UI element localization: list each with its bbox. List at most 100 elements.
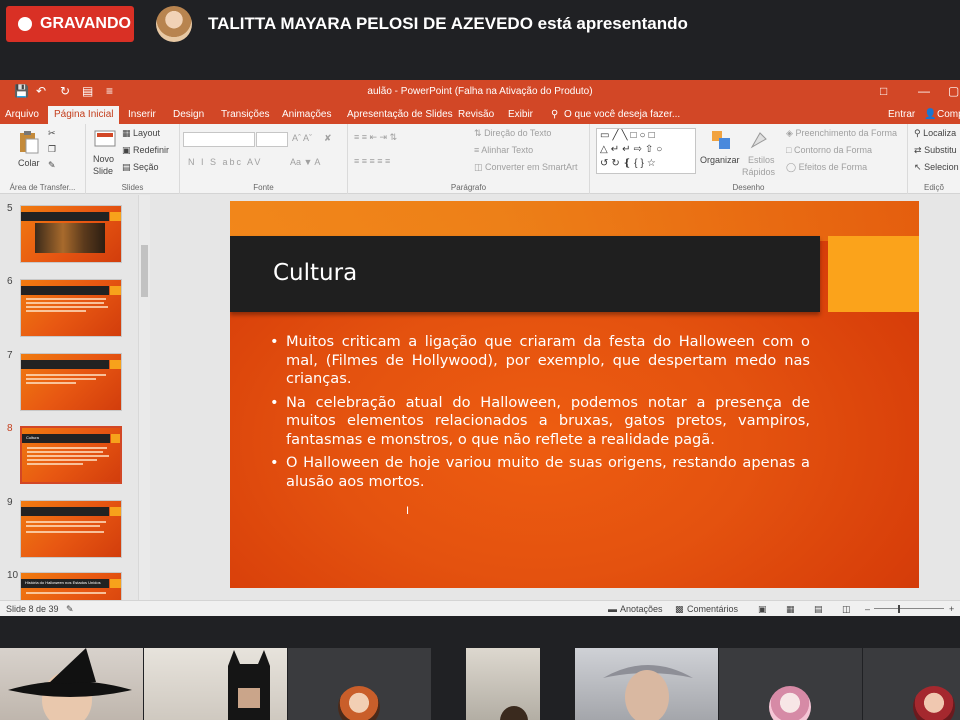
tab-design[interactable]: Design (173, 109, 204, 120)
font-size-input[interactable] (256, 132, 288, 147)
layout-button[interactable]: ▦ Layout (122, 128, 160, 139)
thumb-number: 5 (7, 203, 13, 214)
tab-transicoes[interactable]: Transições (221, 109, 270, 120)
shape-fill-icon: ◈ (786, 128, 793, 138)
minimize-icon[interactable]: — (918, 84, 930, 98)
grow-font-icon[interactable]: Aˆ Aˇ (292, 133, 312, 143)
shape-effects-icon: ◯ (786, 162, 797, 172)
clear-format-icon[interactable]: ✘ (324, 133, 332, 144)
shape-outline-icon: □ (786, 145, 792, 155)
format-painter-icon[interactable]: ✎ (48, 160, 56, 171)
participant-tile[interactable] (575, 648, 718, 720)
tab-animacoes[interactable]: Animações (282, 109, 331, 120)
copy-icon[interactable]: ❐ (48, 144, 56, 155)
tab-exibir[interactable]: Exibir (508, 109, 533, 120)
zoom-slider[interactable] (874, 608, 944, 609)
normal-view-icon[interactable]: ▣ (758, 604, 767, 615)
quick-styles-icon[interactable] (748, 129, 770, 151)
font-format-buttons[interactable]: N I S abc AV (188, 157, 262, 167)
participant-tile[interactable] (288, 648, 431, 720)
tab-arquivo[interactable]: Arquivo (5, 109, 39, 120)
participant-strip (0, 648, 960, 720)
align-icons[interactable]: ≡ ≡ ≡ ≡ ≡ (354, 156, 390, 166)
zoom-in-icon[interactable]: + (949, 604, 954, 614)
recording-label: GRAVANDO (40, 15, 131, 32)
shape-effects-button[interactable]: ◯ Efeitos de Forma (786, 162, 867, 173)
slide-thumbnail-9[interactable] (20, 500, 122, 558)
slide-thumbnail-8-selected[interactable]: Cultura (20, 426, 122, 484)
reading-view-icon[interactable]: ▤ (814, 604, 823, 615)
slide-sorter-icon[interactable]: ▦ (786, 604, 795, 615)
slide-thumbnail-6[interactable] (20, 279, 122, 337)
thumb-title-bar (21, 507, 109, 516)
font-case-icon[interactable]: Aa ▼ A (290, 157, 320, 167)
slide-thumbnails-panel: 5 6 7 8 Cultura 9 10 História do Hallowe… (0, 195, 150, 600)
share-button[interactable]: Comp (937, 109, 960, 120)
slide-thumbnail-7[interactable] (20, 353, 122, 411)
select-button[interactable]: ↖ Selecion (914, 162, 959, 173)
recording-indicator[interactable]: GRAVANDO (6, 6, 134, 42)
participant-tile[interactable] (719, 648, 862, 720)
batman-mask-icon (228, 650, 270, 720)
thumb-title: História do Halloween nos Estados Unidos (25, 580, 101, 585)
cut-icon[interactable]: ✂ (48, 128, 56, 139)
shape-outline-button[interactable]: □ Contorno da Forma (786, 145, 872, 155)
section-icon: ▤ (122, 162, 131, 172)
slide-title[interactable]: Cultura (273, 260, 357, 286)
slides-group: Novo Slide ▦ Layout ▣ Redefinir ▤ Seção … (86, 124, 180, 194)
spell-check-icon[interactable]: ✎ (66, 604, 74, 615)
bullets-icon[interactable]: ≡ ≡ ⇤ ⇥ ⇅ (354, 132, 397, 143)
slide-body[interactable]: Muitos criticam a ligação que criaram da… (270, 333, 810, 496)
align-text-button[interactable]: ≡ Alinhar Texto (474, 145, 533, 155)
thumb-text-line (27, 463, 83, 465)
maximize-icon[interactable]: ▢ (948, 84, 959, 98)
text-direction-button[interactable]: ⇅ Direção do Texto (474, 128, 551, 139)
participant-tile[interactable] (144, 648, 287, 720)
thumb-accent (110, 212, 121, 221)
layout-icon: ▦ (122, 128, 131, 138)
zoom-out-icon[interactable]: – (865, 604, 870, 614)
comments-button[interactable]: Comentários (687, 604, 738, 614)
smartart-button[interactable]: ◫ Converter em SmartArt (474, 162, 578, 173)
new-slide-icon[interactable] (94, 130, 116, 152)
tab-apresentacao[interactable]: Apresentação de Slides (347, 109, 453, 120)
text-direction-label: Direção do Texto (484, 128, 552, 138)
slide-count: Slide 8 de 39 (6, 604, 59, 614)
paste-icon[interactable] (18, 130, 40, 154)
replace-button[interactable]: ⇄ Substitu (914, 145, 957, 156)
slide-thumbnail-5[interactable] (20, 205, 122, 263)
paragraph-group-label: Parágrafo (450, 183, 487, 192)
tab-pagina-inicial[interactable]: Página Inicial (48, 106, 120, 124)
current-slide[interactable]: Cultura Muitos criticam a ligação que cr… (230, 201, 919, 588)
slideshow-icon[interactable]: ◫ (842, 604, 851, 615)
notes-icon: ▬ (608, 604, 617, 614)
ribbon-display-icon[interactable]: □ (880, 84, 887, 98)
shapes-gallery[interactable]: ▭╱╲□○□ △↵↵⇨⇧○ ↺↻❴{}☆ (596, 128, 696, 174)
font-name-input[interactable] (183, 132, 255, 147)
thumb-title-bar (21, 212, 109, 221)
participant-tile[interactable] (466, 648, 540, 720)
tell-me-search[interactable]: O que você deseja fazer... (564, 109, 680, 120)
participant-tile[interactable] (863, 648, 960, 720)
thumb-text-line (27, 455, 109, 457)
shape-fill-button[interactable]: ◈ Preenchimento da Forma (786, 128, 897, 139)
quick-styles-label-2: Rápidos (742, 167, 776, 177)
tab-inserir[interactable]: Inserir (128, 109, 156, 120)
reset-label: Redefinir (133, 145, 170, 155)
reset-button[interactable]: ▣ Redefinir (122, 145, 169, 156)
find-button[interactable]: ⚲ Localiza (914, 128, 956, 139)
tab-revisao[interactable]: Revisão (458, 109, 494, 120)
notes-button[interactable]: Anotações (620, 604, 663, 614)
shape-fill-label: Preenchimento da Forma (795, 128, 897, 138)
zoom-slider-thumb[interactable] (898, 605, 900, 613)
section-button[interactable]: ▤ Seção (122, 162, 159, 173)
slide-thumbnail-10[interactable]: História do Halloween nos Estados Unidos (20, 572, 122, 600)
thumb-text-line (26, 531, 104, 533)
thumbnails-scrollbar[interactable] (138, 195, 150, 600)
arrange-icon[interactable] (710, 129, 732, 151)
participant-tile[interactable] (0, 648, 143, 720)
scrollbar-thumb[interactable] (141, 245, 148, 297)
thumb-number: 10 (7, 570, 19, 581)
signin-link[interactable]: Entrar (888, 109, 915, 120)
thumb-accent (110, 286, 121, 295)
